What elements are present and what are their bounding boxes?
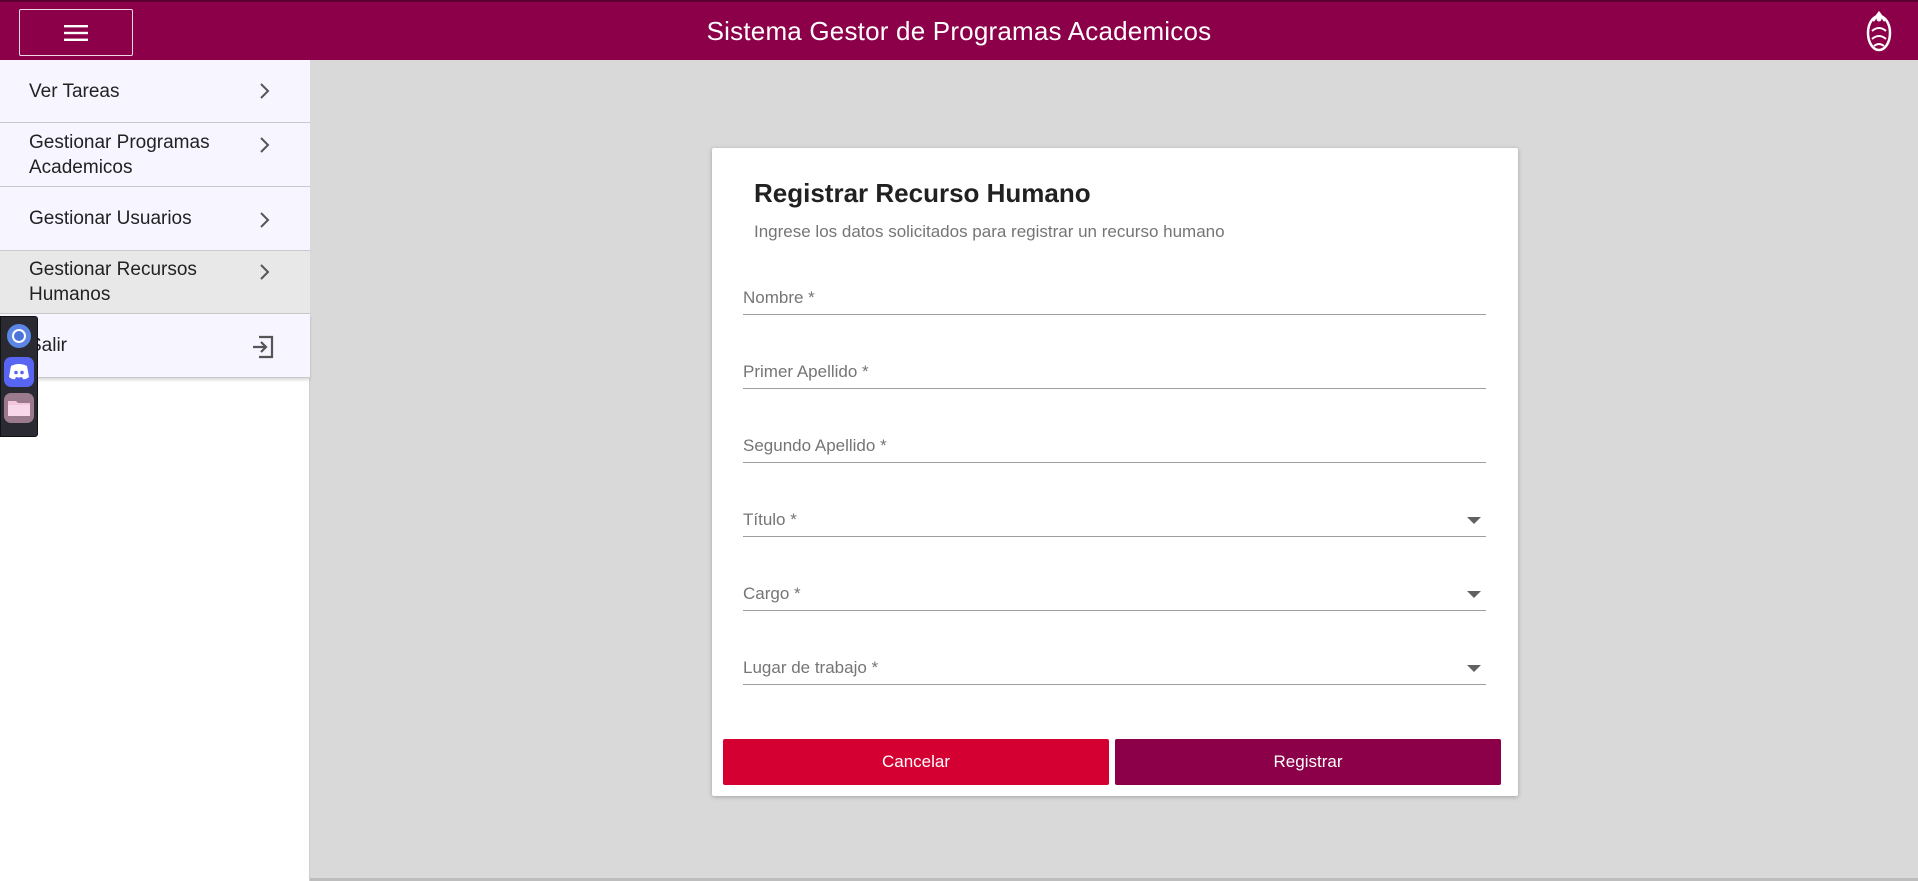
field-label: Lugar de trabajo * [743,658,879,677]
form-title: Registrar Recurso Humano [754,178,1091,208]
sidebar-item-ver-tareas[interactable]: Ver Tareas [0,60,310,123]
nombre-field[interactable]: Nombre * [743,275,1486,315]
sidebar-item-label: Ver Tareas [29,80,120,102]
form-subtitle: Ingrese los datos solicitados para regis… [754,222,1225,241]
field-label: Título * [743,510,797,529]
folder-icon[interactable] [4,393,34,423]
dropdown-arrow-icon [1467,665,1481,672]
field-label: Cargo * [743,584,801,603]
field-label: Nombre * [743,288,815,307]
register-form-card: Registrar Recurso Humano Ingrese los dat… [712,148,1518,796]
field-label: Segundo Apellido * [743,436,887,455]
chevron-right-icon [260,83,270,99]
chevron-right-icon [260,137,270,153]
hamburger-menu-icon [64,24,88,41]
dropdown-arrow-icon [1467,517,1481,524]
chevron-right-icon [260,264,270,280]
top-app-bar: Sistema Gestor de Programas Academicos [0,0,1918,60]
sidebar-item-label: Gestionar Programas Academicos [29,131,210,178]
chrome-icon[interactable] [4,321,34,351]
sidebar-item-label: Gestionar Usuarios [29,208,192,229]
cancel-button[interactable]: Cancelar [723,739,1109,785]
institution-logo-icon [1862,8,1896,56]
register-button[interactable]: Registrar [1115,739,1501,785]
menu-button[interactable] [19,9,133,56]
cargo-select[interactable]: Cargo * [743,571,1486,611]
app-title: Sistema Gestor de Programas Academicos [706,15,1212,46]
sidebar-item-gestionar-recursos-humanos[interactable]: Gestionar Recursos Humanos [0,251,310,314]
lugar-de-trabajo-select[interactable]: Lugar de trabajo * [743,645,1486,685]
sidebar-item-label: Gestionar Recursos Humanos [29,259,197,305]
exit-icon [253,335,274,359]
field-label: Primer Apellido * [743,362,869,381]
app-dock [0,316,38,437]
primer-apellido-field[interactable]: Primer Apellido * [743,349,1486,389]
segundo-apellido-field[interactable]: Segundo Apellido * [743,423,1486,463]
titulo-select[interactable]: Título * [743,497,1486,537]
chevron-right-icon [260,212,270,228]
sidebar-item-gestionar-programas[interactable]: Gestionar Programas Academicos [0,123,310,187]
dropdown-arrow-icon [1467,591,1481,598]
sidebar-item-salir[interactable]: Salir [0,314,310,378]
sidebar-item-gestionar-usuarios[interactable]: Gestionar Usuarios [0,187,310,251]
sidebar: Ver Tareas Gestionar Programas Academico… [0,60,310,881]
discord-icon[interactable] [4,357,34,387]
